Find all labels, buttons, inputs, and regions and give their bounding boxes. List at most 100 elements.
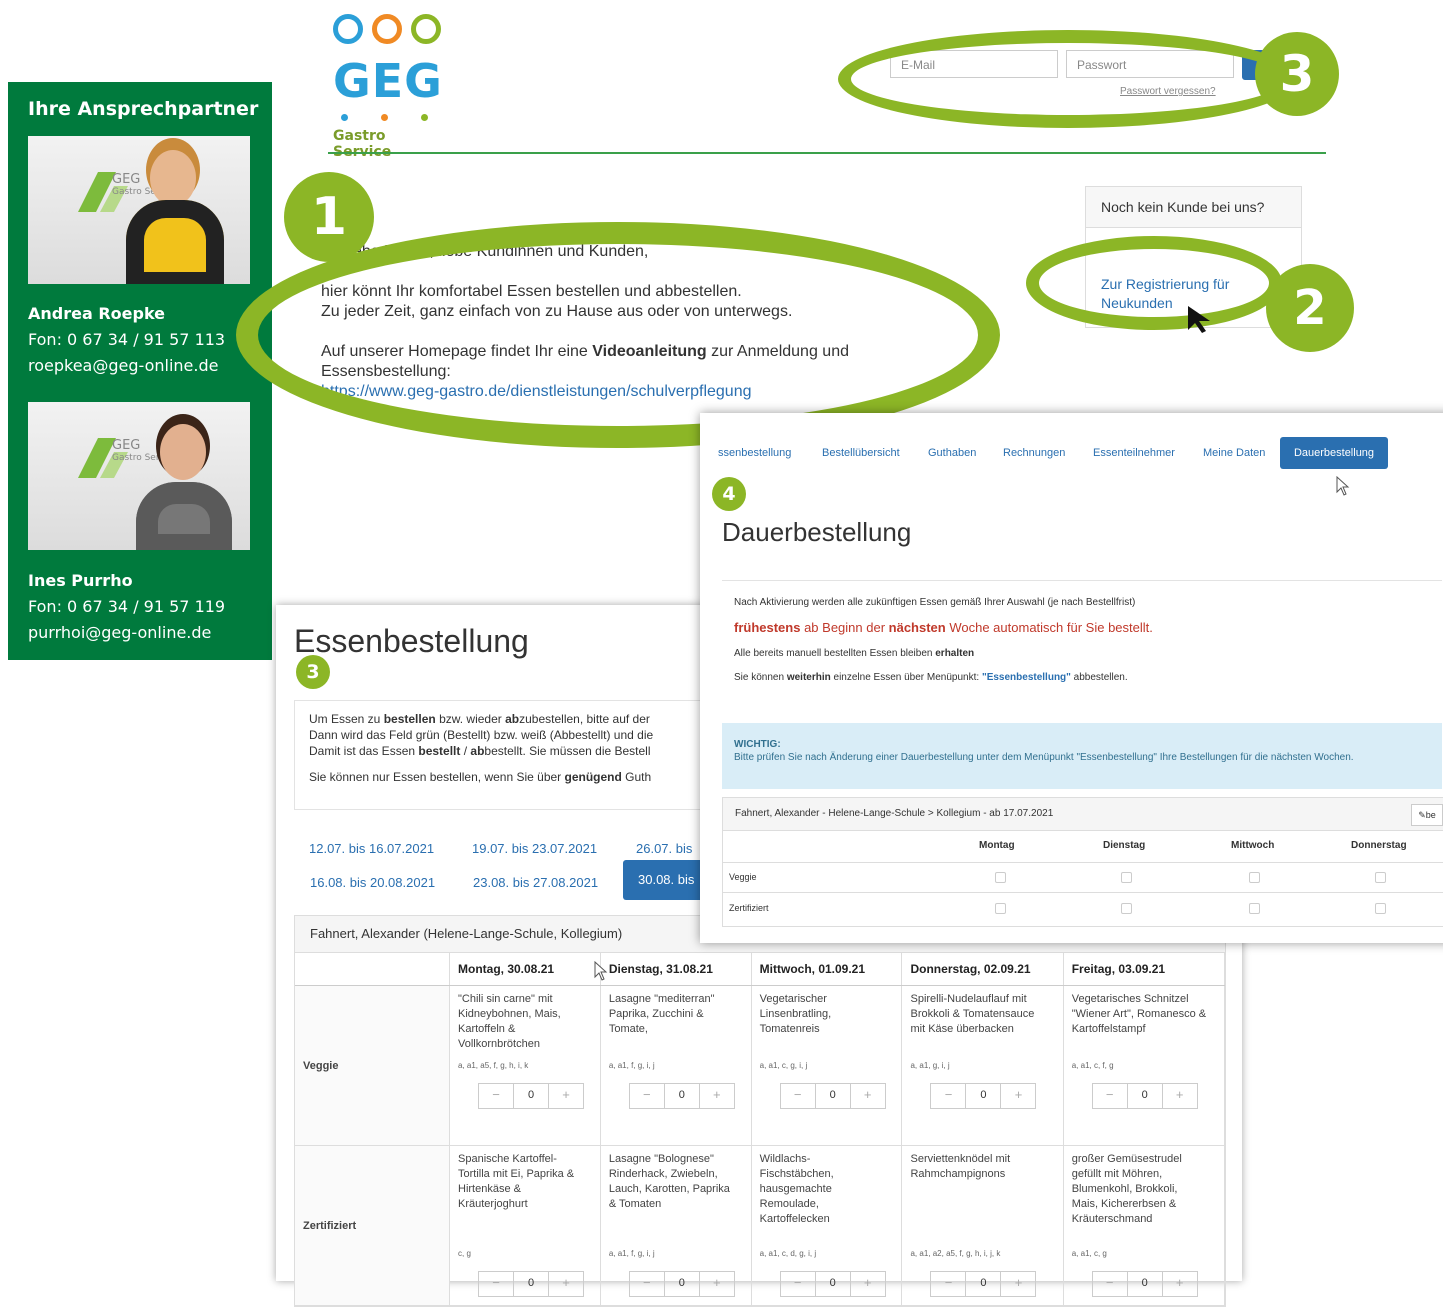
photo-brand: GEG bbox=[112, 438, 141, 453]
logo-dot-icon bbox=[333, 14, 363, 44]
plus-icon[interactable]: + bbox=[851, 1084, 885, 1108]
meal-text: Wildlachs-Fischstäbchen, hausgemachte Re… bbox=[759, 1153, 834, 1225]
meal-allergens: a, a1, a5, f, g, h, i, k bbox=[458, 1061, 529, 1070]
checkbox[interactable] bbox=[1375, 903, 1386, 914]
meal-text: Spirelli-Nudelauflauf mit Brokkoli & Tom… bbox=[910, 993, 1035, 1035]
minus-icon[interactable]: − bbox=[931, 1084, 965, 1108]
step-badge-3-small: 3 bbox=[296, 655, 330, 689]
meal-text: "Chili sin carne" mit Kidneybohnen, Mais… bbox=[458, 993, 561, 1050]
dauer-text-1: Nach Aktivierung werden alle zukünftigen… bbox=[734, 597, 1136, 608]
plus-icon[interactable]: + bbox=[1001, 1084, 1035, 1108]
minus-icon[interactable]: − bbox=[630, 1272, 664, 1296]
checkbox[interactable] bbox=[1249, 872, 1260, 883]
checkbox[interactable] bbox=[995, 903, 1006, 914]
plus-icon[interactable]: + bbox=[851, 1272, 885, 1296]
plus-icon[interactable]: + bbox=[549, 1084, 583, 1108]
minus-icon[interactable]: − bbox=[1093, 1084, 1127, 1108]
contact-name: Andrea Roepke bbox=[28, 304, 166, 323]
nav-essenteilnehmer[interactable]: Essenteilnehmer bbox=[1093, 447, 1175, 459]
meal-cell: Vegetarisches Schnitzel "Wiener Art", Ro… bbox=[1063, 985, 1226, 1146]
day-header: Mittwoch bbox=[1231, 840, 1275, 851]
minus-icon[interactable]: − bbox=[1093, 1272, 1127, 1296]
quantity-stepper[interactable]: −0 + bbox=[779, 1083, 886, 1109]
plus-icon[interactable]: + bbox=[700, 1272, 734, 1296]
meal-text: Spanische Kartoffel-Tortilla mit Ei, Pap… bbox=[458, 1153, 575, 1210]
quantity-value: 0 bbox=[814, 1272, 851, 1296]
edit-button[interactable]: ✎be bbox=[1411, 804, 1443, 826]
meal-text: Vegetarischer Linsenbratling, Tomatenrei… bbox=[759, 993, 832, 1035]
quantity-stepper[interactable]: −0 + bbox=[478, 1083, 584, 1109]
meal-cell: "Chili sin carne" mit Kidneybohnen, Mais… bbox=[449, 985, 601, 1146]
week-link[interactable]: 19.07. bis 23.07.2021 bbox=[472, 841, 597, 856]
dauer-title: Dauerbestellung bbox=[722, 517, 912, 547]
minus-icon[interactable]: − bbox=[479, 1084, 513, 1108]
plus-icon[interactable]: + bbox=[1001, 1272, 1035, 1296]
contact-phone: Fon: 0 67 34 / 91 57 119 bbox=[28, 597, 226, 616]
quantity-stepper[interactable]: −0 + bbox=[930, 1083, 1037, 1109]
quantity-stepper[interactable]: −0 + bbox=[779, 1271, 886, 1297]
warning-title: WICHTIG: bbox=[734, 739, 781, 750]
meal-text: Serviettenknödel mit Rahmchampignons bbox=[910, 1153, 1011, 1180]
day-header: Mittwoch, 01.09.21 bbox=[751, 953, 903, 986]
day-header: Dienstag bbox=[1103, 840, 1146, 851]
plus-icon[interactable]: + bbox=[1163, 1272, 1197, 1296]
nav-rechnungen[interactable]: Rechnungen bbox=[1003, 447, 1065, 459]
quantity-stepper[interactable]: −0 + bbox=[478, 1271, 584, 1297]
day-header: Freitag, 03.09.21 bbox=[1063, 953, 1226, 986]
minus-icon[interactable]: − bbox=[479, 1272, 513, 1296]
quantity-stepper[interactable]: −0 + bbox=[1091, 1083, 1198, 1109]
checkbox[interactable] bbox=[1375, 872, 1386, 883]
mouse-cursor-icon bbox=[1336, 476, 1350, 496]
logo-small-dot-icon bbox=[421, 114, 428, 121]
quantity-stepper[interactable]: −0 + bbox=[628, 1271, 735, 1297]
meal-cell: Spanische Kartoffel-Tortilla mit Ei, Pap… bbox=[449, 1145, 601, 1306]
register-header: Noch kein Kunde bei uns? bbox=[1086, 187, 1301, 228]
week-link[interactable]: 26.07. bis bbox=[636, 841, 692, 856]
header-divider bbox=[328, 152, 1326, 154]
person-body bbox=[136, 482, 232, 550]
nav-meine-daten[interactable]: Meine Daten bbox=[1203, 447, 1265, 459]
dauer-text-3: Alle bereits manuell bestellten Essen bl… bbox=[734, 648, 975, 659]
meal-text: Lasagne "Bolognese" Rinderhack, Zwiebeln… bbox=[608, 1153, 730, 1210]
week-link[interactable]: 23.08. bis 27.08.2021 bbox=[473, 875, 598, 890]
nav-dauerbestellung[interactable]: Dauerbestellung bbox=[1280, 437, 1388, 469]
plus-icon[interactable]: + bbox=[549, 1272, 583, 1296]
minus-icon[interactable]: − bbox=[630, 1084, 664, 1108]
meal-cell: großer Gemüsestrudel gefüllt mit Möhren,… bbox=[1063, 1145, 1226, 1306]
nav-guthaben[interactable]: Guthaben bbox=[928, 447, 976, 459]
week-link[interactable]: 16.08. bis 20.08.2021 bbox=[310, 875, 435, 890]
meal-text: Vegetarisches Schnitzel "Wiener Art", Ro… bbox=[1071, 993, 1207, 1035]
plus-icon[interactable]: + bbox=[700, 1084, 734, 1108]
site-logo[interactable]: GEG Gastro Service bbox=[333, 14, 443, 160]
nav-essenbestellung[interactable]: ssenbestellung bbox=[718, 447, 791, 459]
quantity-stepper[interactable]: −0 + bbox=[930, 1271, 1037, 1297]
minus-icon[interactable]: − bbox=[781, 1084, 815, 1108]
row-label: Zertifiziert bbox=[729, 903, 769, 913]
highlight-ellipse-register bbox=[1026, 236, 1282, 330]
meal-text: großer Gemüsestrudel gefüllt mit Möhren,… bbox=[1071, 1153, 1182, 1225]
plus-icon[interactable]: + bbox=[1163, 1084, 1197, 1108]
nav-bestelluebersicht[interactable]: Bestellübersicht bbox=[822, 447, 900, 459]
step-badge-3: 3 bbox=[1255, 32, 1339, 116]
quantity-value: 0 bbox=[513, 1084, 549, 1108]
meal-cell: Serviettenknödel mit Rahmchampignons a, a… bbox=[901, 1145, 1064, 1306]
photo-brand: GEG bbox=[112, 172, 141, 187]
quantity-value: 0 bbox=[814, 1084, 851, 1108]
checkbox[interactable] bbox=[1249, 903, 1260, 914]
contact-email[interactable]: roepkea@geg-online.de bbox=[28, 356, 218, 375]
week-link-active[interactable]: 30.08. bis bbox=[623, 860, 703, 900]
contact-email[interactable]: purrhoi@geg-online.de bbox=[28, 623, 211, 642]
quantity-stepper[interactable]: −0 + bbox=[1091, 1271, 1198, 1297]
checkbox[interactable] bbox=[1121, 903, 1132, 914]
minus-icon[interactable]: − bbox=[781, 1272, 815, 1296]
quantity-stepper[interactable]: −0 + bbox=[628, 1083, 735, 1109]
checkbox[interactable] bbox=[995, 872, 1006, 883]
person-head bbox=[160, 424, 206, 480]
meal-cell: Spirelli-Nudelauflauf mit Brokkoli & Tom… bbox=[901, 985, 1064, 1146]
minus-icon[interactable]: − bbox=[931, 1272, 965, 1296]
checkbox[interactable] bbox=[1121, 872, 1132, 883]
row-label: Veggie bbox=[729, 872, 757, 882]
contact-phone: Fon: 0 67 34 / 91 57 113 bbox=[28, 330, 226, 349]
week-link[interactable]: 12.07. bis 16.07.2021 bbox=[309, 841, 434, 856]
meal-allergens: a, a1, f, g, i, j bbox=[608, 1249, 655, 1258]
